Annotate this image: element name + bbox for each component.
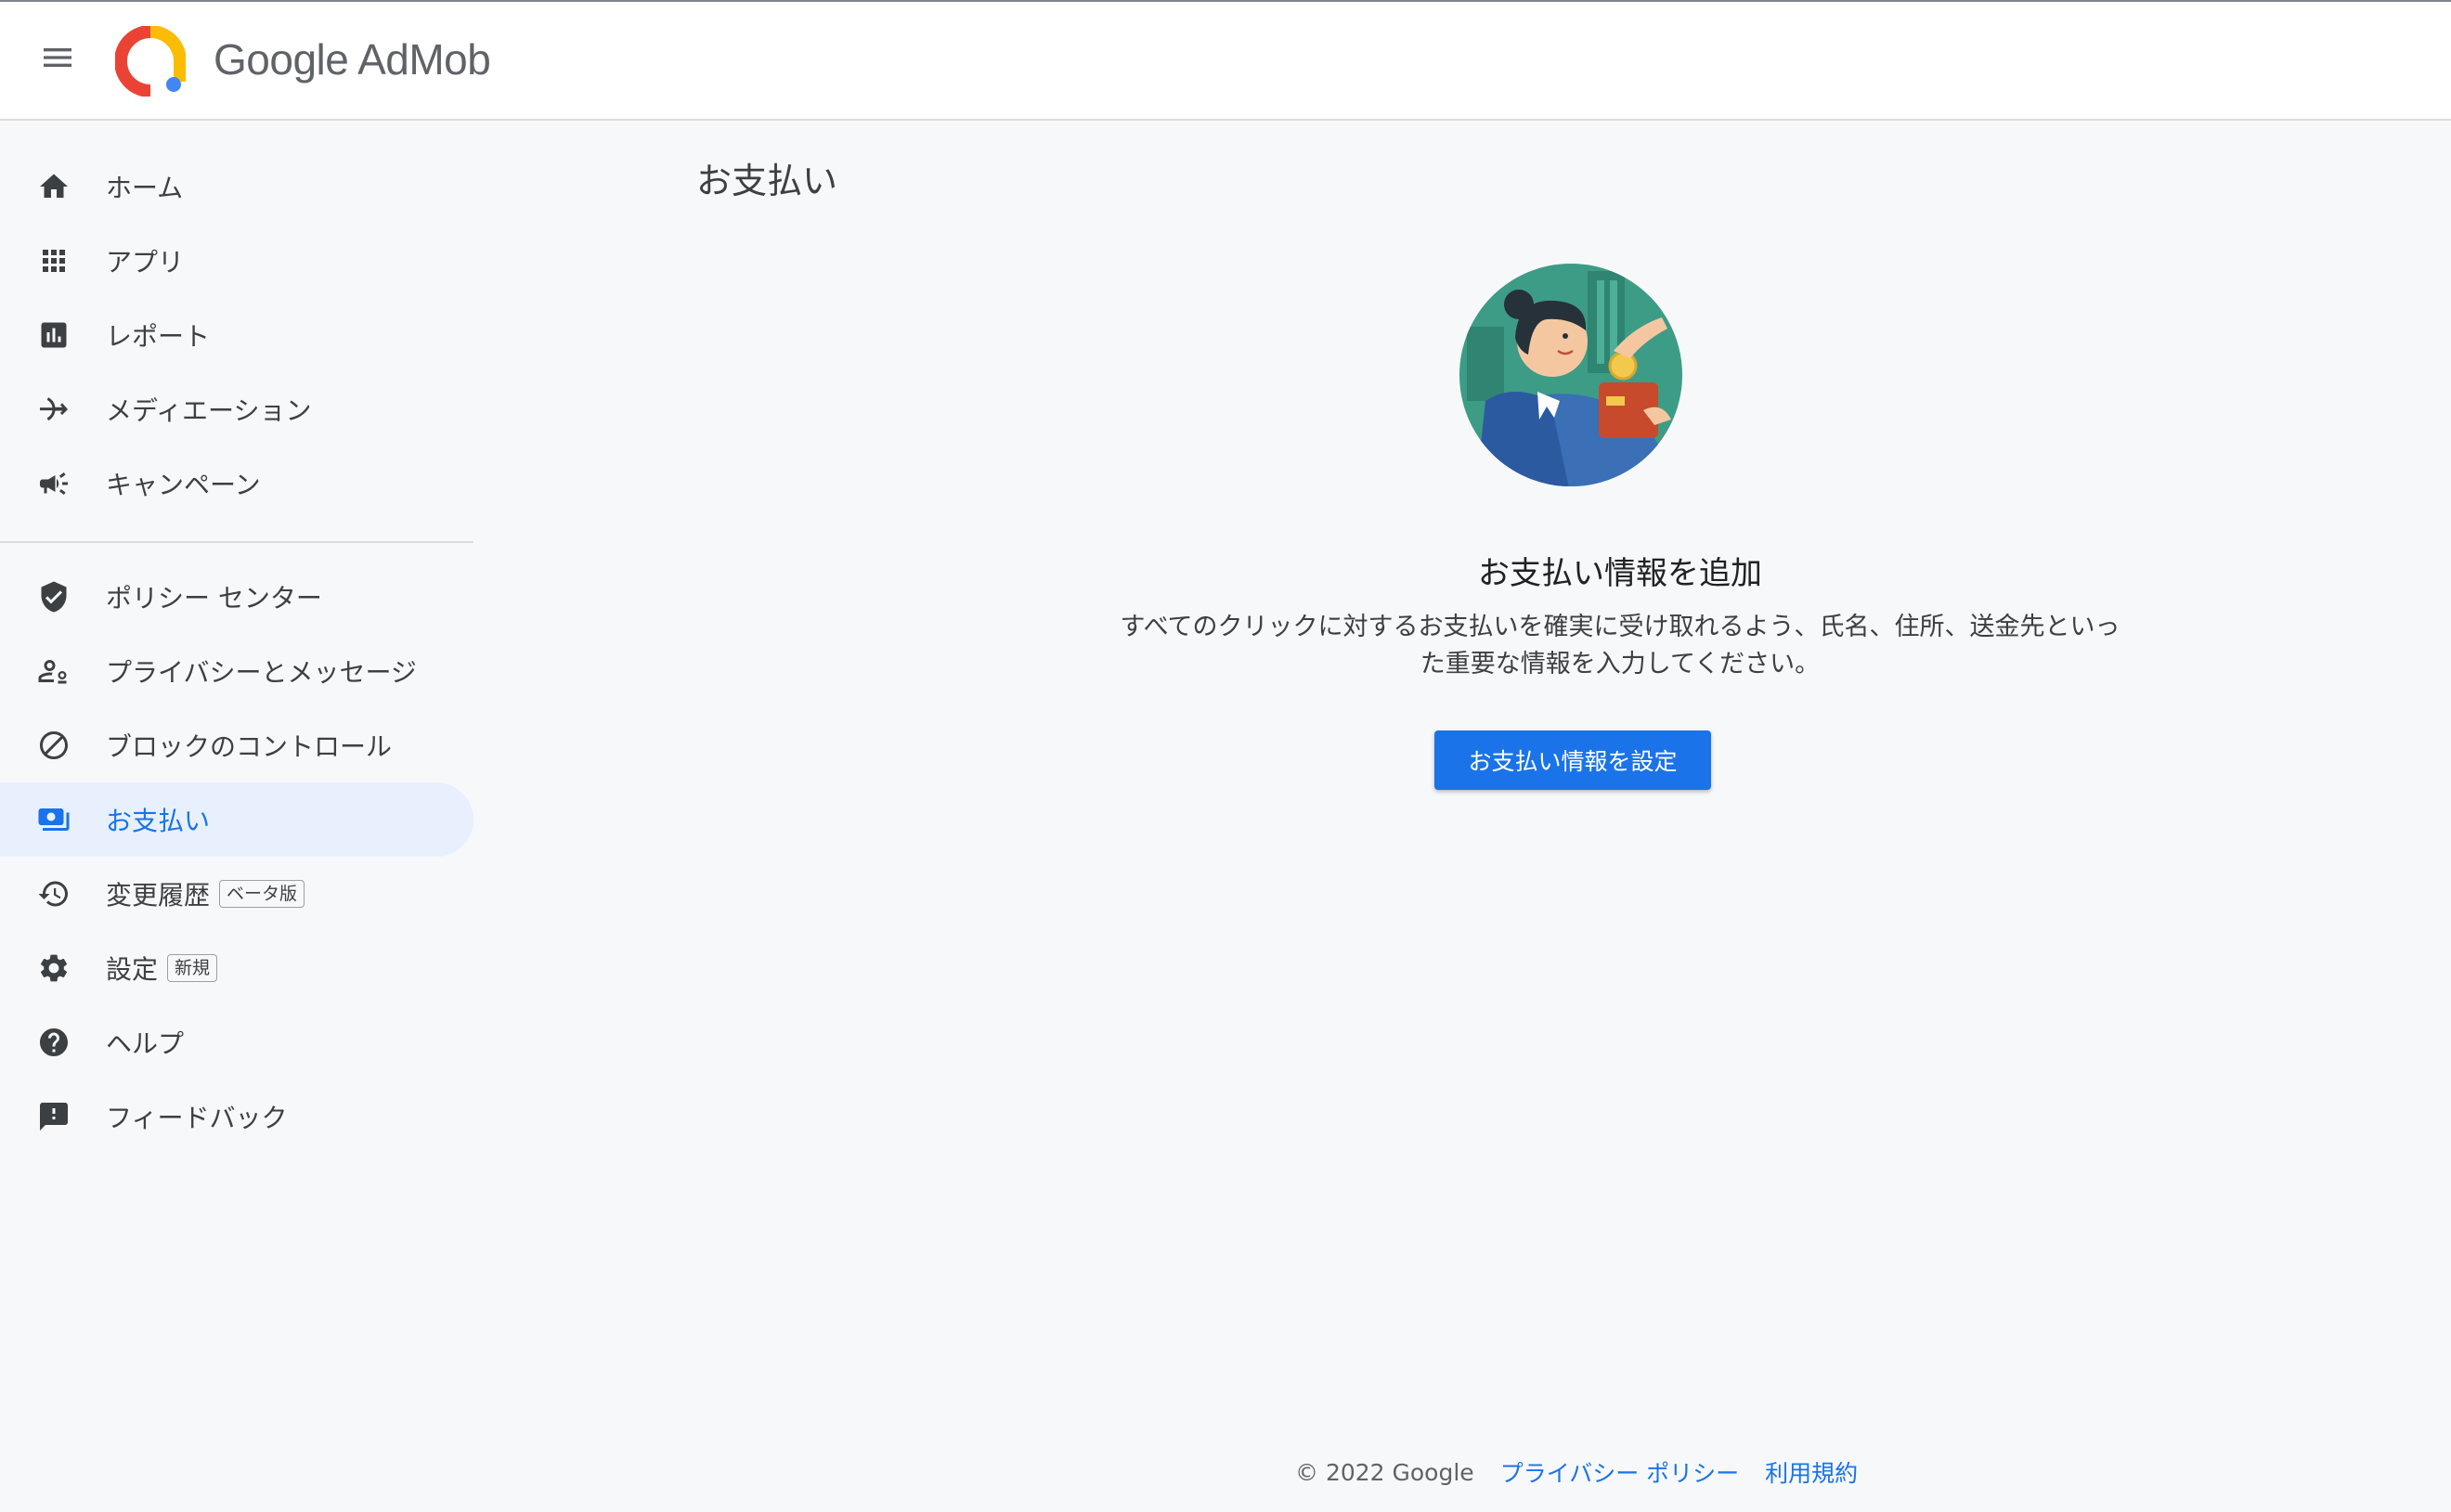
sidebar-item-change-history[interactable]: 変更履歴 ベータ版 bbox=[0, 857, 473, 931]
sidebar-item-label: ホーム bbox=[106, 173, 184, 203]
admob-logo-icon[interactable] bbox=[115, 26, 186, 97]
sidebar-item-label: ヘルプ bbox=[106, 1028, 185, 1059]
sidebar-item-label: レポート bbox=[106, 321, 211, 352]
settings-label: 設定 bbox=[106, 954, 159, 985]
beta-badge: ベータ版 bbox=[219, 880, 305, 908]
mediation-icon bbox=[37, 393, 71, 426]
report-icon bbox=[37, 318, 71, 352]
privacy-policy-link[interactable]: プライバシー ポリシー bbox=[1500, 1455, 1739, 1489]
product-logo-text[interactable]: Google AdMob bbox=[214, 33, 491, 85]
sidebar-divider bbox=[0, 541, 473, 543]
empty-state-description: すべてのクリックに対するお支払いを確実に受け取れるよう、氏名、住所、送金先といっ… bbox=[1120, 613, 2120, 678]
apps-grid-icon bbox=[37, 244, 71, 278]
sidebar-item-label: プライバシーとメッセージ bbox=[106, 657, 417, 688]
sidebar-item-reports[interactable]: レポート bbox=[0, 298, 473, 372]
set-up-payments-button[interactable]: お支払い情報を設定 bbox=[1434, 730, 1711, 790]
sidebar-item-label: 変更履歴 ベータ版 bbox=[106, 857, 305, 931]
sidebar-item-apps[interactable]: アプリ bbox=[0, 224, 473, 298]
sidebar-item-policy-center[interactable]: ポリシー センター bbox=[0, 560, 473, 634]
empty-state-title: お支払い情報を追加 bbox=[1478, 555, 1762, 592]
app-header: Google AdMob bbox=[0, 2, 2451, 121]
sidebar-item-privacy-messaging[interactable]: プライバシーとメッセージ bbox=[0, 634, 473, 708]
sidebar-nav: ホーム アプリ レポート メディエーション キャンペーン ポリシー センター プ… bbox=[0, 121, 473, 1512]
sidebar-item-label: フィードバック bbox=[106, 1103, 288, 1133]
sidebar-item-label: キャンペーン bbox=[106, 470, 261, 500]
main-menu-button[interactable] bbox=[32, 32, 84, 84]
campaign-megaphone-icon bbox=[37, 467, 71, 500]
privacy-person-icon bbox=[37, 654, 71, 688]
payments-icon bbox=[37, 803, 71, 836]
copyright-text: © 2022 Google bbox=[1295, 1458, 1474, 1486]
sidebar-item-label: メディエーション bbox=[106, 395, 312, 426]
sidebar-item-label: ブロックのコントロール bbox=[106, 731, 393, 762]
page-footer: © 2022 Google プライバシー ポリシー 利用規約 bbox=[1295, 1454, 1884, 1491]
brand-google-text: Google bbox=[214, 35, 349, 84]
sidebar-item-label: アプリ bbox=[106, 247, 185, 278]
change-history-label: 変更履歴 bbox=[106, 880, 211, 911]
history-icon bbox=[37, 877, 71, 911]
sidebar-item-settings[interactable]: 設定 新規 bbox=[0, 931, 473, 1005]
sidebar-item-label: ポリシー センター bbox=[106, 583, 322, 614]
hamburger-menu-icon bbox=[44, 48, 71, 67]
sidebar-item-campaigns[interactable]: キャンペーン bbox=[0, 446, 473, 521]
page-title: お支払い bbox=[696, 161, 838, 201]
feedback-icon bbox=[37, 1100, 71, 1133]
policy-shield-icon bbox=[37, 580, 71, 614]
sidebar-item-label: 設定 新規 bbox=[106, 931, 218, 1005]
sidebar-item-blocking-controls[interactable]: ブロックのコントロール bbox=[0, 708, 473, 782]
terms-of-service-link[interactable]: 利用規約 bbox=[1765, 1455, 1858, 1489]
settings-gear-icon bbox=[37, 951, 71, 985]
sidebar-item-payments[interactable]: お支払い bbox=[0, 782, 473, 857]
home-icon bbox=[37, 170, 71, 203]
sidebar-item-help[interactable]: ヘルプ bbox=[0, 1005, 473, 1079]
block-icon bbox=[37, 729, 71, 762]
payment-illustration bbox=[1459, 264, 1682, 486]
sidebar-item-home[interactable]: ホーム bbox=[0, 149, 473, 224]
new-badge: 新規 bbox=[167, 954, 218, 982]
brand-admob-text: AdMob bbox=[357, 35, 491, 84]
sidebar-item-feedback[interactable]: フィードバック bbox=[0, 1079, 473, 1154]
help-icon bbox=[37, 1026, 71, 1059]
sidebar-item-label: お支払い bbox=[106, 806, 211, 836]
sidebar-item-mediation[interactable]: メディエーション bbox=[0, 372, 473, 446]
